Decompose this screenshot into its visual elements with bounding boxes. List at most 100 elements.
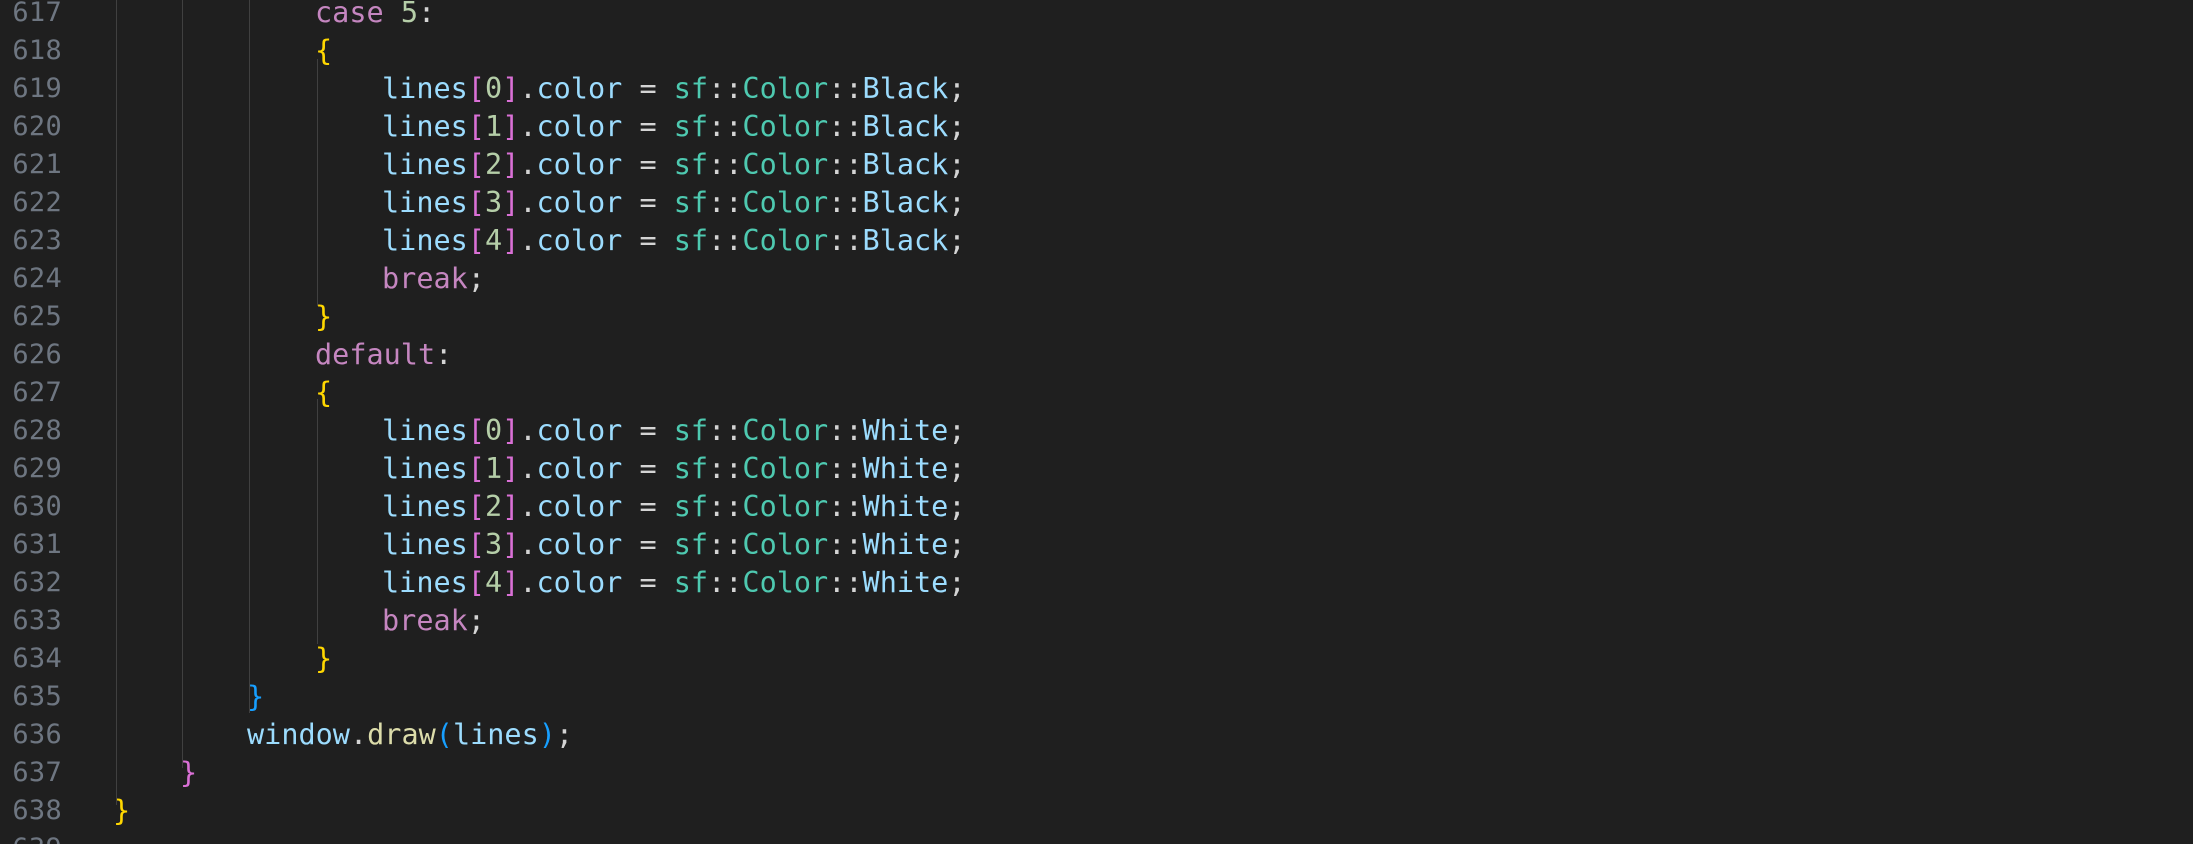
code-token: ; (948, 490, 966, 523)
code-token: :: (828, 452, 863, 485)
code-token: . (519, 110, 537, 143)
code-token: ; (948, 148, 966, 181)
code-line[interactable]: 633 break; (0, 602, 2193, 640)
code-text[interactable]: lines[3].color = sf::Color::Black; (382, 184, 966, 222)
code-line[interactable]: 636 window.draw(lines); (0, 716, 2193, 754)
code-token: lines (382, 490, 468, 523)
code-token: color (536, 148, 623, 181)
code-token: lines (382, 414, 468, 447)
code-text[interactable]: lines[4].color = sf::Color::White; (382, 564, 966, 602)
code-token: = (622, 72, 674, 105)
code-token: :: (828, 186, 863, 219)
code-token: color (536, 414, 623, 447)
line-number: 632 (12, 567, 62, 598)
code-text[interactable]: lines[1].color = sf::Color::Black; (382, 108, 966, 146)
code-text[interactable]: window.draw(lines); (247, 716, 573, 754)
code-token: :: (708, 566, 743, 599)
code-token: ] (502, 186, 520, 219)
code-token: Color (742, 528, 829, 561)
code-token: Color (742, 110, 829, 143)
code-token: ; (555, 718, 574, 751)
code-line[interactable]: 629 lines[1].color = sf::Color::White; (0, 450, 2193, 488)
code-token: lines (382, 224, 468, 257)
code-token: White (862, 566, 949, 599)
code-text[interactable]: lines[4].color = sf::Color::Black; (382, 222, 966, 260)
code-token: 5 (400, 0, 418, 29)
code-line[interactable]: 618{ (0, 32, 2193, 70)
code-token: [ (467, 224, 485, 257)
code-line[interactable]: 639 (0, 830, 2193, 844)
code-token: lines (382, 528, 468, 561)
code-text[interactable]: lines[3].color = sf::Color::White; (382, 526, 966, 564)
code-token: color (536, 490, 623, 523)
code-token: case (315, 0, 384, 29)
code-token: lines (452, 718, 539, 751)
code-token: Black (862, 186, 949, 219)
code-token: color (536, 72, 623, 105)
code-token: = (622, 186, 674, 219)
code-text[interactable]: break; (382, 602, 485, 640)
code-text[interactable]: default: (315, 336, 452, 374)
code-token: 2 (484, 148, 503, 181)
code-line[interactable]: 624 break; (0, 260, 2193, 298)
code-line[interactable]: 619 lines[0].color = sf::Color::Black; (0, 70, 2193, 108)
code-line[interactable]: 630 lines[2].color = sf::Color::White; (0, 488, 2193, 526)
code-token: = (622, 224, 674, 257)
code-line[interactable]: 638} (0, 792, 2193, 830)
code-token: ] (502, 452, 520, 485)
code-line[interactable]: 626 default: (0, 336, 2193, 374)
code-token: 2 (484, 490, 503, 523)
indent-guide (116, 0, 117, 805)
code-token: :: (708, 414, 743, 447)
code-text[interactable]: break; (382, 260, 485, 298)
code-text[interactable]: lines[0].color = sf::Color::White; (382, 412, 966, 450)
code-line[interactable]: 627{ (0, 374, 2193, 412)
code-token: :: (708, 490, 743, 523)
code-text[interactable]: lines[0].color = sf::Color::Black; (382, 70, 966, 108)
code-line[interactable]: 634} (0, 640, 2193, 678)
line-number: 619 (12, 73, 62, 104)
line-number: 636 (12, 719, 62, 750)
code-token: . (519, 72, 537, 105)
code-token: lines (382, 566, 468, 599)
code-token: White (862, 452, 949, 485)
code-text[interactable]: lines[1].color = sf::Color::White; (382, 450, 966, 488)
code-line[interactable]: 632 lines[4].color = sf::Color::White; (0, 564, 2193, 602)
code-line[interactable]: 637} (0, 754, 2193, 792)
code-line[interactable]: 623 lines[4].color = sf::Color::Black; (0, 222, 2193, 260)
code-line[interactable]: 622 lines[3].color = sf::Color::Black; (0, 184, 2193, 222)
code-token: Black (862, 224, 949, 257)
code-token: 3 (484, 528, 503, 561)
code-line[interactable]: 620 lines[1].color = sf::Color::Black; (0, 108, 2193, 146)
code-line[interactable]: 631 lines[3].color = sf::Color::White; (0, 526, 2193, 564)
code-line[interactable]: 625} (0, 298, 2193, 336)
code-editor[interactable]: 617 case 5: 618{619 lines[0].color = sf::Co… (0, 0, 2193, 844)
code-token: ; (467, 604, 485, 637)
code-line[interactable]: 628 lines[0].color = sf::Color::White; (0, 412, 2193, 450)
code-line[interactable]: 617 case 5: (0, 0, 2193, 32)
code-token: :: (708, 224, 743, 257)
line-number: 624 (12, 263, 62, 294)
indent-guide (249, 0, 250, 713)
code-token: lines (382, 148, 468, 181)
code-line[interactable]: 621 lines[2].color = sf::Color::Black; (0, 146, 2193, 184)
code-token: Black (862, 72, 949, 105)
code-token: [ (467, 490, 485, 523)
code-text[interactable]: case 5: (315, 0, 435, 32)
code-token: ; (948, 566, 966, 599)
code-text[interactable]: } (315, 640, 332, 678)
code-token: ) (538, 718, 556, 751)
code-token: 4 (484, 224, 503, 257)
line-number: 620 (12, 111, 62, 142)
code-line[interactable]: 635} (0, 678, 2193, 716)
code-token: window (247, 718, 350, 751)
code-text[interactable]: lines[2].color = sf::Color::Black; (382, 146, 966, 184)
code-text[interactable]: lines[2].color = sf::Color::White; (382, 488, 966, 526)
code-token: Color (742, 490, 829, 523)
code-token: :: (708, 72, 743, 105)
code-token: = (622, 110, 674, 143)
code-token: lines (382, 452, 468, 485)
code-token: :: (828, 528, 863, 561)
code-token: 3 (484, 186, 503, 219)
code-token: sf (673, 110, 709, 143)
